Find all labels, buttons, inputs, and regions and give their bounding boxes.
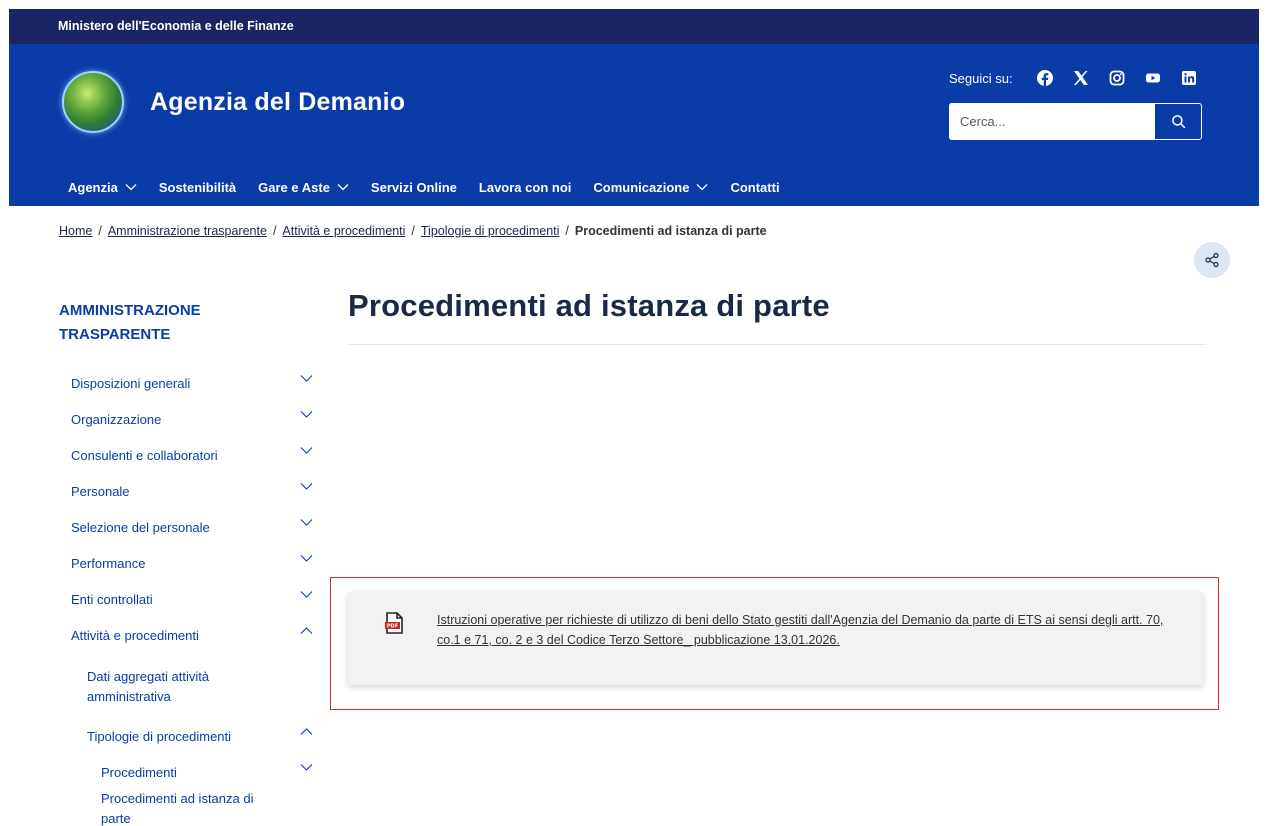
breadcrumb: Home / Amministrazione trasparente / Attivit… (59, 224, 767, 238)
sidebar-item-label: Dati aggregati attività amministrativa (87, 668, 210, 704)
linkedin-icon[interactable] (1181, 70, 1197, 86)
nav-item-agenzia[interactable]: Agenzia (68, 180, 137, 195)
sidebar-item-label: Disposizioni generali (71, 376, 191, 391)
nav-item-label: Lavora con noi (478, 179, 572, 195)
chevron-down-icon[interactable] (300, 518, 313, 527)
title-divider (348, 344, 1206, 345)
sidebar-item[interactable]: Disposizioni generali (59, 366, 319, 402)
sidebar-item[interactable]: Procedimenti (59, 755, 319, 791)
nav-item-servizi-online[interactable]: Servizi Online (371, 180, 457, 195)
chevron-down-icon (125, 184, 137, 191)
search-button[interactable] (1155, 104, 1201, 139)
sidebar-item[interactable]: Tipologie di procedimenti (59, 719, 319, 755)
chevron-down-icon[interactable] (300, 763, 313, 772)
sidebar-item-label: Organizzazione (71, 412, 162, 427)
ministry-name[interactable]: Ministero dell'Economia e delle Finanze (58, 19, 294, 33)
document-card: PDF Istruzioni operative per richieste d… (348, 592, 1203, 685)
nav-item-sostenibilit[interactable]: Sostenibilità (159, 180, 236, 195)
agency-logo[interactable] (62, 71, 124, 133)
sidebar-item-label: Attività e procedimenti (71, 628, 199, 643)
breadcrumb-separator: / (565, 224, 569, 238)
instagram-icon[interactable] (1109, 70, 1125, 86)
youtube-icon[interactable] (1145, 70, 1161, 86)
breadcrumb-link-home[interactable]: Home (59, 224, 92, 238)
sidebar-item-label: Consulenti e collaboratori (71, 448, 218, 463)
sidebar-item-label: Performance (71, 556, 146, 571)
svg-text:PDF: PDF (387, 624, 398, 630)
sidebar-item[interactable]: Attività e procedimenti (59, 618, 319, 654)
chevron-down-icon[interactable] (300, 446, 313, 455)
sidebar-item-label: Tipologie di procedimenti (87, 729, 232, 744)
sidebar-item[interactable]: Selezione del personale (59, 510, 319, 546)
nav-item-label: Contatti (730, 179, 780, 195)
ministry-topbar: Ministero dell'Economia e delle Finanze (9, 9, 1259, 44)
social-links: Seguici su: (949, 66, 1207, 90)
chevron-down-icon[interactable] (300, 410, 313, 419)
nav-item-label: Agenzia (68, 179, 118, 195)
page-title: Procedimenti ad istanza di parte (348, 288, 830, 323)
chevron-down-icon[interactable] (300, 590, 313, 599)
breadcrumb-link-amministrazione[interactable]: Amministrazione trasparente (108, 224, 267, 238)
sidebar-item-label: Personale (71, 484, 130, 499)
breadcrumb-separator: / (98, 224, 102, 238)
nav-item-label: Gare e Aste (258, 179, 330, 195)
nav-item-lavora-con-noi[interactable]: Lavora con noi (479, 180, 571, 195)
chevron-up-icon[interactable] (300, 727, 313, 736)
sidebar-item-label: Procedimenti ad istanza di parte (101, 791, 254, 826)
main-nav: Agenzia Sostenibilità Gare e Aste Servizi O… (68, 177, 802, 197)
pdf-icon[interactable]: PDF (384, 612, 404, 639)
site-header: Agenzia del Demanio Seguici su: Agenzia S… (9, 44, 1259, 206)
share-button[interactable] (1194, 242, 1230, 278)
sidebar-item-label: Selezione del personale (71, 520, 210, 535)
search-input[interactable] (949, 103, 1155, 140)
breadcrumb-current: Procedimenti ad istanza di parte (574, 224, 767, 238)
nav-item-contatti[interactable]: Contatti (730, 180, 779, 195)
follow-label: Seguici su: (949, 70, 1013, 86)
sidebar-item[interactable]: Enti controllati (59, 582, 319, 618)
nav-item-label: Servizi Online (370, 179, 457, 195)
search-box (949, 103, 1202, 140)
sidebar-item-label: Procedimenti (101, 765, 177, 780)
document-link[interactable]: Istruzioni operative per richieste di ut… (437, 610, 1177, 650)
sidebar-item[interactable]: Personale (59, 474, 319, 510)
share-icon (1205, 252, 1219, 268)
chevron-down-icon[interactable] (300, 554, 313, 563)
chevron-down-icon (337, 184, 349, 191)
site-name[interactable]: Agenzia del Demanio (150, 88, 405, 117)
search-icon (1171, 115, 1185, 129)
nav-item-comunicazione[interactable]: Comunicazione (593, 180, 708, 195)
sidebar-item[interactable]: Performance (59, 546, 319, 582)
nav-item-label: Comunicazione (593, 179, 690, 195)
nav-item-label: Sostenibilità (158, 179, 237, 195)
sidebar-item[interactable]: Consulenti e collaboratori (59, 438, 319, 474)
sidebar-item[interactable]: Procedimenti ad istanza di parte (59, 791, 319, 826)
chevron-down-icon[interactable] (300, 374, 313, 383)
chevron-up-icon[interactable] (300, 626, 313, 635)
facebook-icon[interactable] (1036, 70, 1053, 86)
breadcrumb-link-attivita[interactable]: Attività e procedimenti (282, 224, 405, 238)
sidebar-item[interactable]: Organizzazione (59, 402, 319, 438)
sidebar-item[interactable]: Dati aggregati attività amministrativa (59, 654, 319, 719)
breadcrumb-separator: / (411, 224, 415, 238)
sidebar-item-label: Enti controllati (71, 592, 153, 607)
sidebar-menu: Disposizioni generali Organizzazione Consu… (59, 366, 319, 826)
sidebar-title: AMMINISTRAZIONE TRASPARENTE (59, 302, 201, 343)
breadcrumb-separator: / (272, 224, 277, 238)
breadcrumb-link-tipologie[interactable]: Tipologie di procedimenti (421, 224, 560, 238)
chevron-down-icon[interactable] (300, 482, 313, 491)
x-icon[interactable] (1073, 70, 1089, 86)
nav-item-gare-e-aste[interactable]: Gare e Aste (258, 180, 349, 195)
chevron-down-icon (696, 184, 708, 191)
